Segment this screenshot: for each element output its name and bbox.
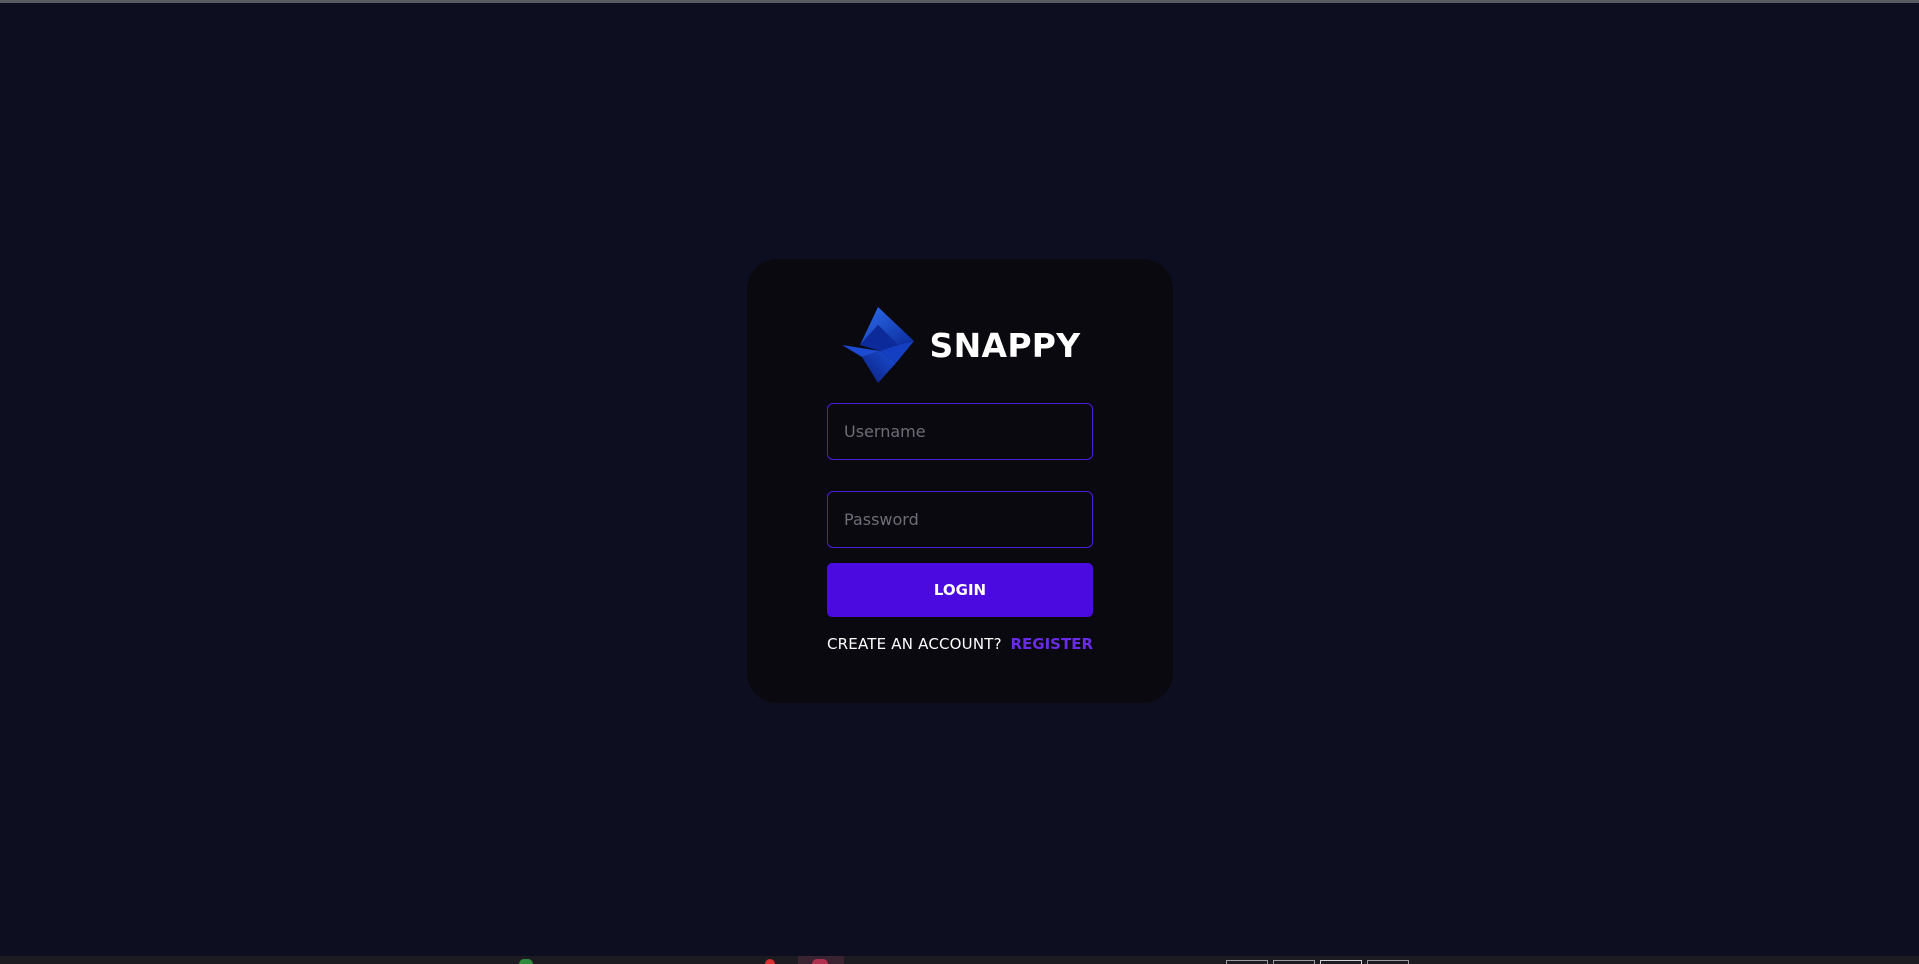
- window-top-border: [0, 0, 1919, 3]
- username-input[interactable]: [827, 403, 1093, 460]
- brand-name: SNAPPY: [929, 325, 1081, 365]
- taskbar-window-thumbnail[interactable]: [1226, 960, 1268, 964]
- taskbar-window-thumbnail[interactable]: [1367, 960, 1409, 964]
- taskbar-window-thumbnail[interactable]: [1273, 960, 1315, 964]
- brand-header: SNAPPY: [747, 305, 1173, 385]
- taskbar-app-icon[interactable]: [765, 959, 775, 964]
- login-card: SNAPPY LOGIN CREATE AN ACCOUNT? REGISTER: [747, 259, 1173, 703]
- snappy-logo-icon: [841, 307, 914, 383]
- taskbar: [0, 956, 1919, 964]
- login-button[interactable]: LOGIN: [827, 563, 1093, 617]
- taskbar-window-thumbnail[interactable]: [1320, 960, 1362, 964]
- taskbar-active-app-icon[interactable]: [798, 956, 844, 964]
- register-prompt-row: CREATE AN ACCOUNT? REGISTER: [827, 635, 1093, 653]
- password-input[interactable]: [827, 491, 1093, 548]
- taskbar-app-icon[interactable]: [519, 959, 533, 964]
- register-link[interactable]: REGISTER: [1010, 635, 1093, 653]
- create-account-label: CREATE AN ACCOUNT?: [827, 635, 1002, 653]
